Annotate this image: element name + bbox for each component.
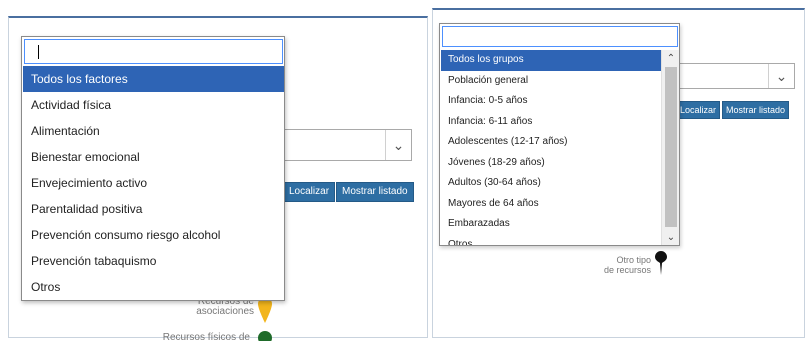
factor-dropdown[interactable]: Todos los factores Actividad física Alim…: [21, 36, 285, 301]
factor-option[interactable]: Otros: [23, 274, 284, 300]
group-option[interactable]: Población general: [441, 71, 661, 92]
map-pin-black-icon: [655, 251, 667, 275]
factor-option[interactable]: Prevención tabaquismo: [23, 248, 284, 274]
group-options-list: Todos los grupos Población general Infan…: [441, 50, 661, 245]
right-show-list-button[interactable]: Mostrar listado: [722, 101, 790, 119]
group-option[interactable]: Adolescentes (12-17 años): [441, 132, 661, 153]
scroll-thumb[interactable]: [665, 67, 677, 227]
map-pin-green-icon: [258, 331, 272, 341]
group-option[interactable]: Mayores de 64 años: [441, 194, 661, 215]
group-option[interactable]: Embarazadas: [441, 214, 661, 235]
factor-option[interactable]: Parentalidad positiva: [23, 196, 284, 222]
right-select[interactable]: ⌄: [676, 63, 795, 89]
group-options-viewport[interactable]: Todos los grupos Población general Infan…: [441, 50, 679, 245]
group-option[interactable]: Jóvenes (18-29 años): [441, 153, 661, 174]
legend-physical-resources: Recursos físicos de: [162, 332, 250, 343]
right-locate-button[interactable]: Localizar: [676, 101, 721, 119]
factor-options-list: Todos los factores Actividad física Alim…: [23, 66, 284, 300]
group-dropdown[interactable]: Todos los grupos Población general Infan…: [439, 23, 680, 246]
factor-option[interactable]: Bienestar emocional: [23, 144, 284, 170]
group-option[interactable]: Adultos (30-64 años): [441, 173, 661, 194]
legend-other-type: Otro tipo de recursos: [603, 255, 651, 275]
left-locate-button[interactable]: Localizar: [283, 182, 336, 202]
group-option[interactable]: Infancia: 0-5 años: [441, 91, 661, 112]
text-caret: [38, 45, 39, 59]
factor-option[interactable]: Alimentación: [23, 118, 284, 144]
scroll-down-icon[interactable]: ⌄: [662, 229, 679, 245]
factor-option[interactable]: Envejecimiento activo: [23, 170, 284, 196]
factor-search-input[interactable]: [24, 39, 283, 64]
group-option[interactable]: Todos los grupos: [441, 50, 661, 71]
group-search-input[interactable]: [442, 26, 678, 47]
group-option[interactable]: Infancia: 6-11 años: [441, 112, 661, 133]
group-option[interactable]: Otros: [441, 235, 661, 246]
chevron-down-icon[interactable]: ⌄: [385, 130, 411, 160]
factor-option[interactable]: Todos los factores: [23, 66, 284, 92]
scroll-up-icon[interactable]: ⌃: [662, 50, 679, 66]
group-scrollbar[interactable]: ⌃ ⌄: [661, 50, 679, 245]
chevron-down-icon[interactable]: ⌄: [768, 64, 794, 88]
left-show-list-button[interactable]: Mostrar listado: [336, 182, 414, 202]
factor-option[interactable]: Prevención consumo riesgo alcohol: [23, 222, 284, 248]
factor-option[interactable]: Actividad física: [23, 92, 284, 118]
